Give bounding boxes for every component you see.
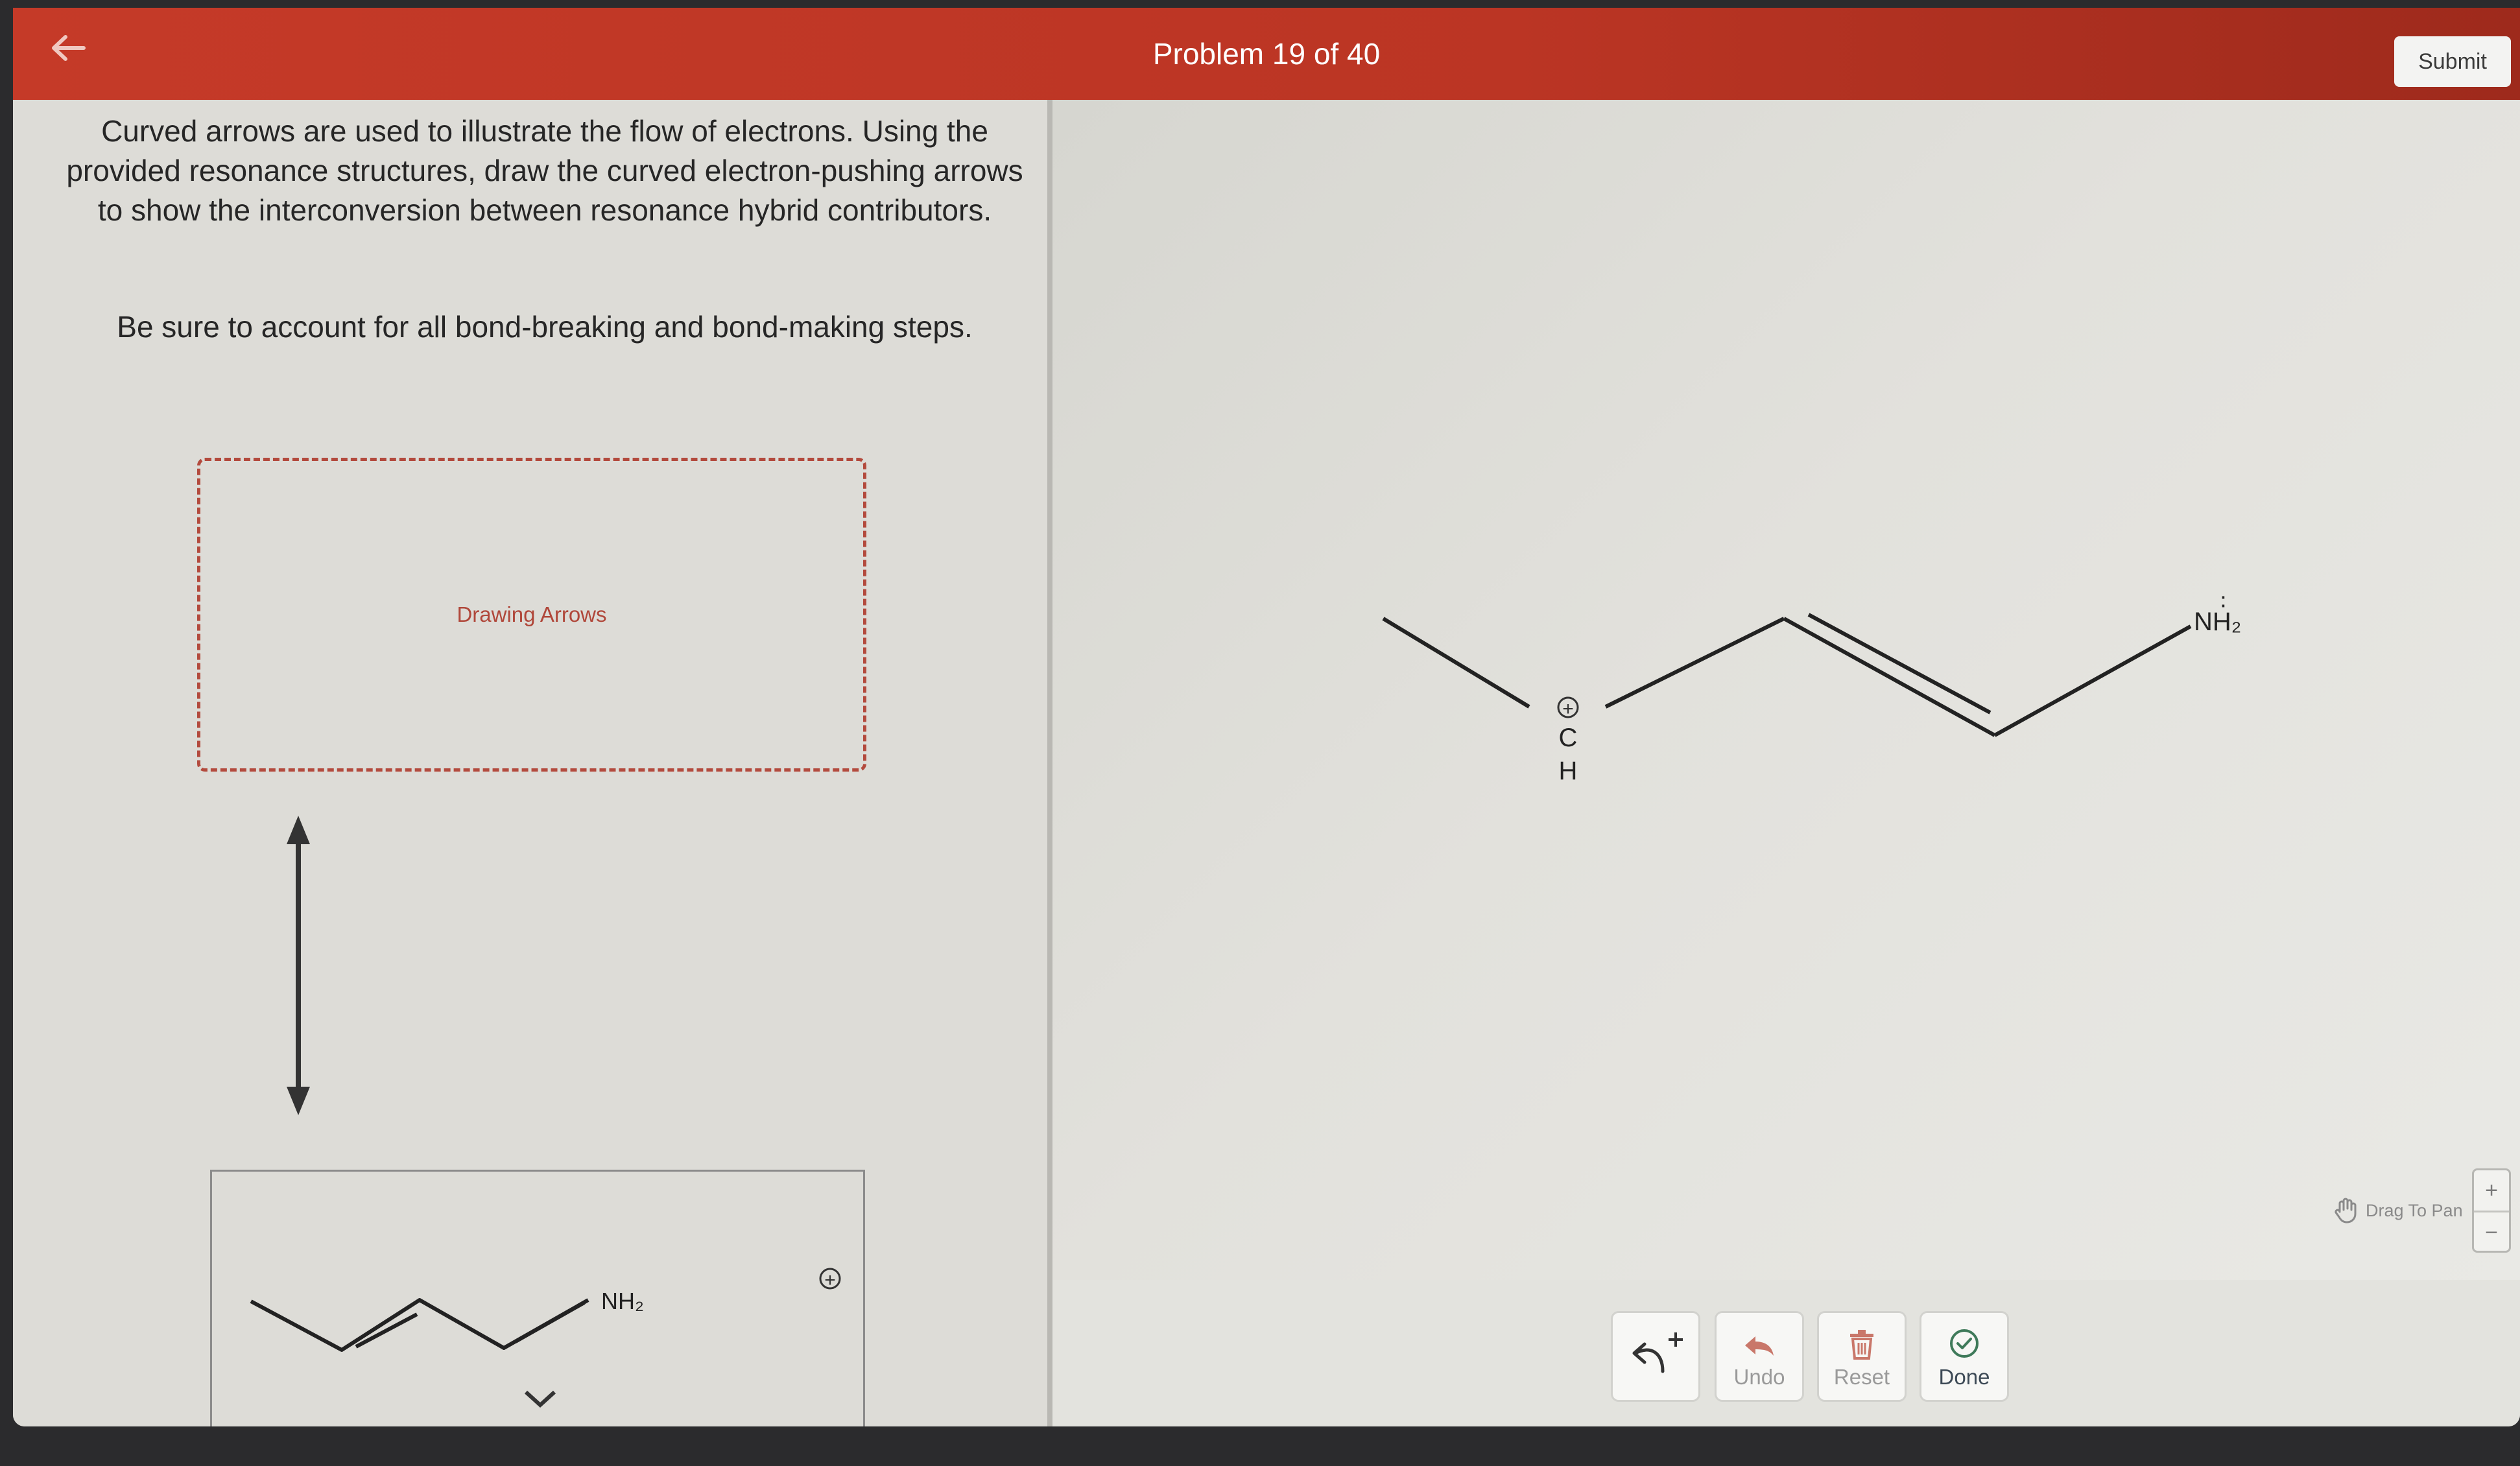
canvas-molecule: + C H NH₂ ∶ [1382, 590, 2241, 785]
trash-icon [1850, 1330, 1873, 1360]
instructions-note: Be sure to account for all bond-breaking… [117, 310, 973, 344]
done-label: Done [1938, 1365, 1990, 1389]
undo-button[interactable]: Undo [1715, 1311, 1804, 1402]
reset-button[interactable]: Reset [1817, 1311, 1907, 1402]
panel-divider [1047, 100, 1052, 1426]
problem-title: Problem 19 of 40 [1152, 37, 1381, 71]
zoom-out-button[interactable]: − [2474, 1212, 2509, 1251]
zoom-control: + − [2472, 1168, 2511, 1253]
curved-arrow-plus-icon [1632, 1332, 1683, 1373]
undo-label: Undo [1733, 1365, 1785, 1389]
question-panel: Curved arrows are used to illustrate the… [13, 100, 1047, 1426]
hydrogen-atom-label[interactable]: H [1559, 757, 1578, 785]
drag-to-pan-label: Drag To Pan [2366, 1200, 2463, 1220]
nh2-group-label[interactable]: NH₂ [2194, 608, 2241, 636]
chevron-down-icon[interactable] [521, 1386, 560, 1412]
drawing-arrows-dropzone[interactable]: Drawing Arrows [197, 458, 866, 772]
resonance-structure-card[interactable]: NH₂ + [210, 1170, 865, 1426]
done-button[interactable]: Done [1920, 1311, 2009, 1402]
resonance-arrow-icon [287, 816, 310, 1115]
drawing-canvas[interactable]: + C H NH₂ ∶ [1052, 100, 2520, 1280]
instructions-text: Curved arrows are used to illustrate the… [66, 114, 1023, 227]
nh2-group-label: NH₂ [601, 1288, 644, 1314]
lone-pair-dots[interactable]: ∶ [2220, 590, 2226, 615]
svg-text:+: + [824, 1270, 836, 1291]
submit-button[interactable]: Submit [2394, 36, 2511, 87]
header-bar: Problem 19 of 40 Submit [13, 8, 2520, 100]
hand-icon [2335, 1198, 2357, 1224]
drawing-arrows-label: Drawing Arrows [457, 602, 607, 626]
app-screen: Problem 19 of 40 Submit Curved arrows ar… [13, 8, 2520, 1426]
undo-icon [1745, 1336, 1774, 1356]
reset-label: Reset [1833, 1365, 1890, 1389]
carbon-atom-label[interactable]: C [1559, 724, 1578, 752]
curved-arrow-tool-button[interactable] [1611, 1311, 1700, 1402]
zoom-in-button[interactable]: + [2474, 1170, 2509, 1212]
svg-text:+: + [1562, 698, 1574, 720]
drag-to-pan-hint: Drag To Pan [2333, 1194, 2463, 1227]
check-circle-icon [1950, 1329, 1979, 1358]
